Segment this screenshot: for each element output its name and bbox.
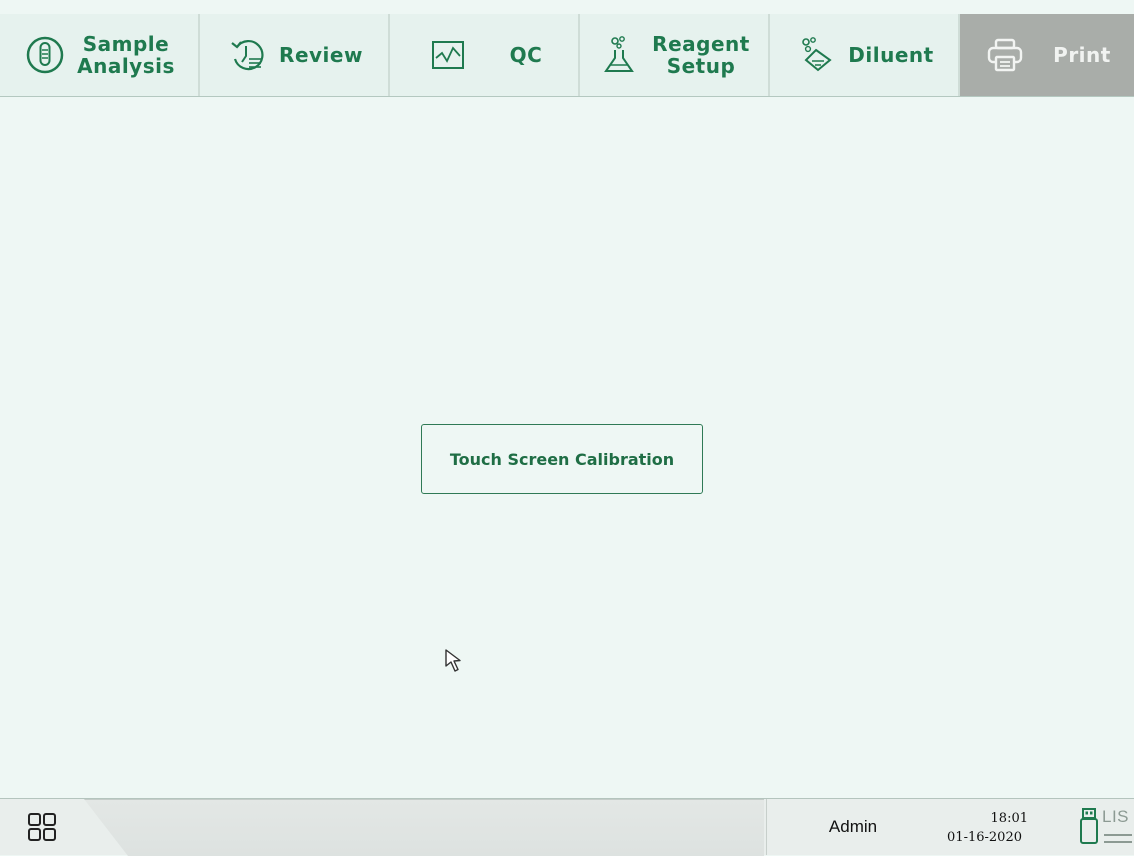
tab-sample-analysis[interactable]: Sample Analysis — [0, 14, 200, 96]
lis-label: LIS — [1102, 807, 1130, 826]
main-content-area: Touch Screen Calibration — [0, 97, 1134, 798]
tab-label: Print — [1053, 43, 1111, 67]
tab-label: Reagent Setup — [652, 32, 750, 78]
clock-date: 01-16-2020 — [947, 830, 1022, 845]
tab-label: QC — [509, 43, 543, 67]
usb-drive-icon[interactable] — [1080, 807, 1098, 847]
sample-tube-icon — [26, 36, 64, 74]
printer-icon — [987, 38, 1023, 72]
status-bar: Admin 18:01 01-16-2020 LIS — [0, 798, 1134, 856]
tab-label: Sample Analysis — [77, 32, 175, 78]
tab-label: Review — [279, 43, 363, 67]
tab-qc[interactable]: QC — [390, 14, 580, 96]
lis-status[interactable]: LIS — [1102, 807, 1134, 851]
lis-transfer-arrows-icon — [1104, 834, 1132, 843]
tab-review[interactable]: Review — [200, 14, 390, 96]
grid-menu-icon — [28, 813, 56, 841]
clock-time: 18:01 — [990, 811, 1028, 826]
mouse-cursor-icon — [445, 649, 461, 672]
tab-diluent[interactable]: Diluent — [770, 14, 960, 96]
current-user[interactable]: Admin — [766, 799, 939, 855]
qc-chart-icon — [431, 41, 464, 69]
tab-label: Diluent — [848, 43, 934, 67]
message-area — [84, 799, 764, 856]
main-menu-button[interactable] — [0, 799, 84, 855]
touch-screen-calibration-button[interactable]: Touch Screen Calibration — [421, 424, 703, 494]
reagent-flask-icon — [604, 36, 635, 72]
review-history-icon — [231, 40, 264, 71]
tab-print[interactable]: Print — [960, 14, 1134, 96]
diluent-icon — [802, 37, 832, 72]
top-navigation-bar: Sample Analysis Review QC Reagent Setup — [0, 14, 1134, 97]
tab-reagent-setup[interactable]: Reagent Setup — [580, 14, 770, 96]
user-name: Admin — [828, 817, 878, 836]
datetime-display: 18:01 01-16-2020 — [938, 799, 1078, 855]
